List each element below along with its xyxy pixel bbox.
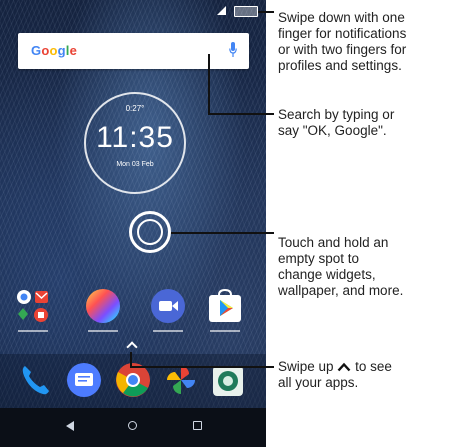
leader-line-swipe-h [130, 366, 274, 368]
clock-temperature: 0:27° [125, 104, 145, 113]
clock-date: Mon 03 Feb [116, 161, 154, 168]
leader-line-search-v [208, 54, 210, 114]
clock-widget[interactable]: 0:27° 11:35 Mon 03 Feb [84, 92, 186, 194]
play-store-icon[interactable] [206, 287, 244, 325]
leader-line-swipe-v [130, 352, 132, 367]
status-bar[interactable] [0, 0, 266, 20]
leader-line-touch [171, 232, 274, 234]
callout-swipe-up-prefix: Swipe up [278, 359, 334, 374]
back-icon[interactable] [66, 421, 74, 431]
mic-icon[interactable] [229, 42, 237, 58]
phone-screen: Google 0:27° 11:35 Mon 03 Feb [0, 0, 266, 447]
clock-time: 11:35 [96, 121, 174, 154]
touch-indicator [129, 211, 171, 253]
touch-indicator-inner [137, 219, 163, 245]
google-logo: Google [31, 43, 78, 58]
battery-icon [234, 6, 258, 17]
callout-search: Search by typing or say "OK, Google". [278, 107, 395, 138]
app-label-placeholder [88, 328, 118, 334]
google-folder-icon[interactable] [14, 287, 52, 325]
phone-icon[interactable] [17, 362, 53, 398]
google-search-bar[interactable]: Google [18, 33, 249, 69]
leader-line-notifications [258, 11, 274, 13]
callout-swipe-up: Swipe up to see all your apps. [278, 359, 392, 391]
duo-icon[interactable] [149, 287, 187, 325]
home-icon[interactable] [128, 421, 137, 430]
callout-notifications: Swipe down with one finger for notificat… [278, 10, 407, 73]
signal-icon [217, 6, 226, 15]
app-label-placeholder [153, 328, 183, 334]
leader-line-search-h [208, 113, 274, 115]
chevron-up-icon [337, 362, 351, 372]
photos-icon[interactable] [84, 287, 122, 325]
app-label-placeholder [18, 328, 48, 334]
recents-icon[interactable] [193, 421, 202, 430]
callout-touch-hold: Touch and hold an empty spot to change w… [278, 235, 404, 298]
app-label-placeholder [210, 328, 240, 334]
messages-icon[interactable] [66, 362, 102, 398]
